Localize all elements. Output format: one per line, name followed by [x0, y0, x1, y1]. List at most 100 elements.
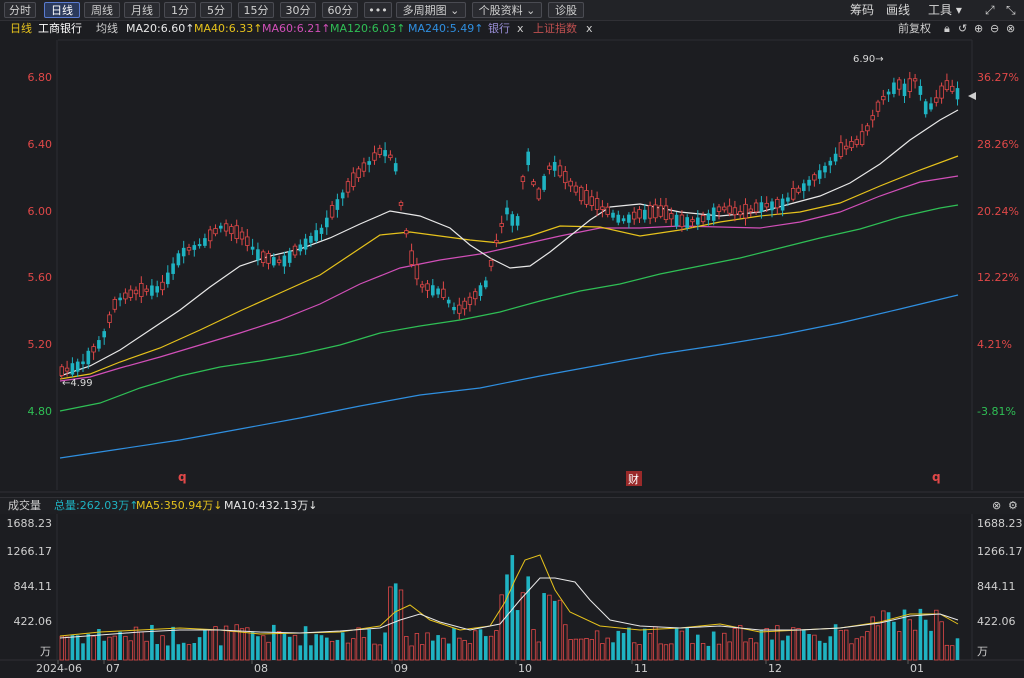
volume-bar: [325, 637, 329, 660]
candle-body: [446, 299, 451, 304]
candle-body: [266, 252, 271, 264]
candle-body: [531, 181, 536, 186]
candle-body: [377, 147, 382, 155]
volume-bar: [452, 628, 456, 660]
volume-bar: [345, 642, 351, 661]
vol-tick-right: 844.11: [977, 580, 1016, 593]
vol-tick: 844.11: [14, 580, 53, 593]
volume-bar: [770, 639, 774, 660]
candle-body: [287, 250, 292, 263]
stock-chart[interactable]: 6.80 6.40 6.00 5.60 5.20 4.80 36.27% 28.…: [0, 0, 1024, 678]
candle-body: [859, 131, 865, 145]
volume-bar: [611, 642, 615, 660]
date-tick: 2024-06: [36, 662, 82, 675]
vol-tick: 1688.23: [7, 517, 53, 530]
volume-bar: [75, 635, 80, 660]
volume-bar: [696, 634, 700, 660]
candle-body: [309, 235, 313, 243]
candle-body: [139, 283, 144, 297]
event-marker-cai[interactable]: 财: [628, 472, 639, 486]
volume-bar: [425, 632, 430, 661]
candle-body: [696, 217, 700, 225]
candle-body: [807, 179, 811, 186]
volume-bar: [632, 642, 637, 661]
date-tick: 12: [768, 662, 782, 675]
date-tick: 07: [106, 662, 120, 675]
price-tick: 6.00: [28, 205, 53, 218]
candle-body: [203, 238, 207, 246]
candle-body: [817, 170, 822, 179]
volume-bar: [282, 632, 287, 660]
candle-body: [828, 160, 833, 166]
volume-bar: [340, 632, 345, 660]
candle-body: [823, 165, 827, 173]
candle-body: [70, 363, 75, 375]
volume-bar: [446, 643, 451, 660]
candle-body: [802, 183, 806, 191]
candle-body: [462, 300, 467, 310]
volume-bar: [197, 637, 202, 660]
candle-body: [663, 205, 669, 220]
volume-bar: [764, 628, 769, 661]
volume-bar: [441, 637, 446, 661]
candle-body: [314, 230, 318, 241]
volume-bar: [239, 628, 245, 661]
candle-body: [102, 331, 106, 338]
volume-bar: [150, 624, 154, 660]
pct-tick: 20.24%: [977, 205, 1019, 218]
volume-bar: [643, 628, 647, 660]
volume-bar: [287, 636, 292, 660]
candle-body: [234, 225, 239, 240]
candle-body: [770, 201, 774, 211]
candle-body: [118, 297, 122, 301]
volume-bar: [700, 643, 706, 661]
volume-bar: [934, 609, 939, 661]
volume-bar: [722, 632, 727, 661]
candle-body: [107, 314, 112, 323]
volume-bar: [531, 629, 536, 661]
event-marker-q[interactable]: q: [178, 470, 187, 484]
candle-body: [950, 85, 955, 92]
candle-body: [436, 288, 440, 295]
date-tick: 11: [634, 662, 648, 675]
volume-bar: [488, 635, 494, 661]
candle-body: [276, 259, 282, 263]
candle-body: [700, 215, 706, 223]
volume-bar: [70, 635, 75, 660]
candle-body: [351, 172, 356, 187]
candle-body: [674, 214, 679, 227]
vol-tick-right: 422.06: [977, 615, 1016, 628]
volume-bar: [897, 631, 902, 661]
volume-bar: [944, 644, 950, 661]
volume-bar: [817, 640, 822, 660]
volume-bar: [552, 600, 557, 660]
candle-body: [557, 165, 563, 177]
price-tick: 6.40: [28, 138, 53, 151]
volume-bar: [748, 638, 753, 661]
volume-bar: [791, 627, 796, 661]
volume-bar: [881, 610, 886, 661]
candle-body: [653, 204, 658, 219]
volume-bar: [865, 631, 870, 661]
volume-bars: [59, 555, 960, 661]
candle-body: [796, 187, 801, 193]
volume-bar: [144, 640, 149, 661]
candle-body: [335, 199, 340, 210]
volume-bar: [950, 645, 955, 661]
pct-tick: 36.27%: [977, 71, 1019, 84]
event-marker-q[interactable]: q: [932, 470, 941, 484]
candle-body: [669, 213, 674, 220]
volume-bar: [738, 625, 743, 661]
candle-body: [743, 203, 748, 219]
price-tick: 4.80: [28, 405, 53, 418]
candle-body: [245, 236, 250, 246]
volume-bar: [536, 641, 541, 661]
candle-body: [647, 205, 653, 219]
candle-body: [929, 103, 933, 110]
candle-body: [505, 207, 509, 215]
volume-bar: [260, 635, 266, 661]
candle-body: [690, 219, 695, 223]
candle-body: [219, 225, 223, 229]
candle-body: [223, 223, 229, 232]
price-tick: 6.80: [28, 71, 53, 84]
